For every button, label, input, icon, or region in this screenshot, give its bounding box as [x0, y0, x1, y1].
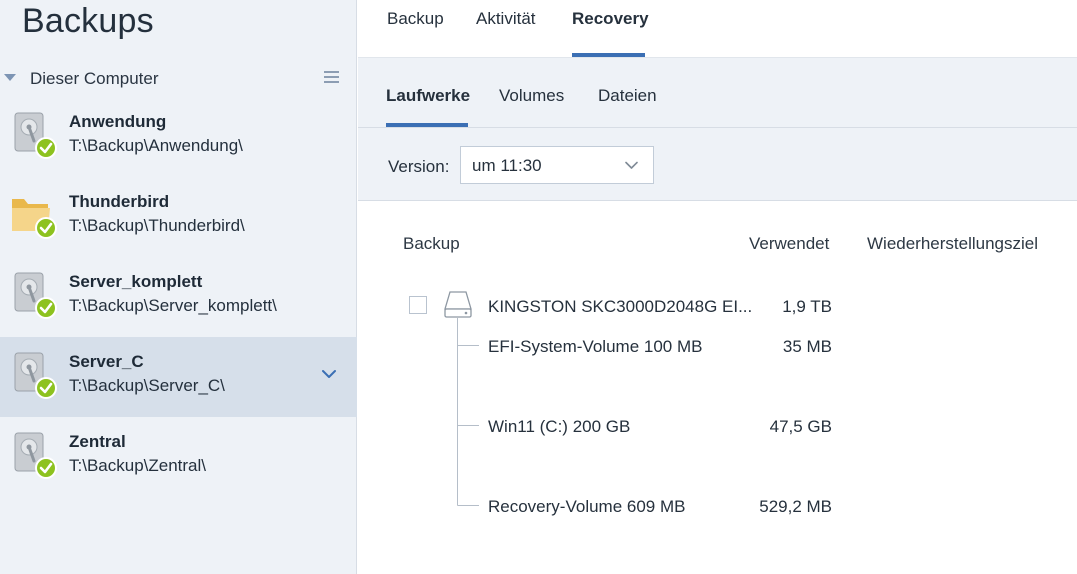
tab-backup[interactable]: Backup — [387, 9, 444, 29]
backup-item-name: Zentral — [69, 432, 126, 451]
backup-item-path: T:\Backup\Server_komplett\ — [69, 296, 277, 315]
backup-item-path: T:\Backup\Zentral\ — [69, 456, 207, 475]
version-bar: Version: um 11:30 — [358, 128, 1077, 201]
hard-drive-icon — [444, 291, 472, 318]
chevron-down-icon[interactable] — [322, 369, 336, 379]
tab-dateien[interactable]: Dateien — [598, 86, 657, 106]
drive-checkbox[interactable] — [409, 296, 427, 314]
tab-laufwerke[interactable]: Laufwerke — [386, 86, 470, 106]
chevron-down-icon — [625, 161, 638, 169]
tab-aktivitaet[interactable]: Aktivität — [476, 9, 536, 29]
backup-item-path: T:\Backup\Anwendung\ — [69, 136, 243, 155]
backup-item-thunderbird[interactable]: Thunderbird T:\Backup\Thunderbird\ — [0, 177, 357, 257]
volume-row-used: 47,5 GB — [769, 417, 832, 436]
tree-lines — [457, 318, 479, 506]
disk-icon — [14, 352, 57, 399]
sidebar-title: Backups — [22, 2, 154, 40]
backup-item-name: Anwendung — [69, 112, 167, 131]
volume-row-name[interactable]: Win11 (C:) 200 GB — [488, 417, 630, 437]
disk-icon — [14, 112, 57, 159]
volume-row-name[interactable]: EFI-System-Volume 100 MB — [488, 337, 702, 357]
version-label: Version: — [388, 157, 450, 176]
sidebar: Backups Dieser Computer Anwendung T:\Bac… — [0, 0, 357, 574]
active-tab-indicator — [572, 53, 645, 57]
tab-recovery[interactable]: Recovery — [572, 9, 649, 29]
group-label[interactable]: Dieser Computer — [30, 69, 159, 89]
version-select[interactable]: um 11:30 — [460, 146, 654, 184]
volume-row-name[interactable]: Recovery-Volume 609 MB — [488, 497, 685, 517]
column-header-target[interactable]: Wiederherstellungsziel — [867, 234, 1038, 254]
tab-volumes[interactable]: Volumes — [499, 86, 564, 106]
column-header-backup[interactable]: Backup — [403, 234, 460, 254]
backup-item-server-c[interactable]: Server_C T:\Backup\Server_C\ — [0, 337, 357, 417]
volume-row-used: 529,2 MB — [759, 497, 832, 516]
disk-icon — [14, 432, 57, 479]
volume-row-used: 35 MB — [782, 337, 832, 356]
backup-item-path: T:\Backup\Server_C\ — [69, 376, 225, 395]
version-value: um 11:30 — [472, 156, 542, 175]
active-subtab-indicator — [386, 123, 468, 127]
folder-icon — [12, 199, 57, 239]
backup-item-name: Server_komplett — [69, 272, 203, 291]
drive-used: 1,9 TB — [782, 297, 832, 316]
backup-item-name: Server_C — [69, 352, 144, 371]
backup-item-anwendung[interactable]: Anwendung T:\Backup\Anwendung\ — [0, 97, 357, 177]
backup-item-server-komplett[interactable]: Server_komplett T:\Backup\Server_komplet… — [0, 257, 357, 337]
column-header-used[interactable]: Verwendet — [749, 234, 829, 254]
caret-down-icon[interactable] — [4, 74, 16, 81]
top-tabs: Backup Aktivität Recovery — [358, 0, 1077, 58]
backup-item-zentral[interactable]: Zentral T:\Backup\Zentral\ — [0, 417, 357, 497]
hamburger-icon[interactable] — [324, 71, 339, 83]
backup-item-path: T:\Backup\Thunderbird\ — [69, 216, 245, 235]
backup-item-name: Thunderbird — [69, 192, 170, 211]
sub-tabs: Laufwerke Volumes Dateien — [358, 58, 1077, 128]
group-this-computer[interactable]: Dieser Computer — [0, 62, 357, 94]
disk-icon — [14, 272, 57, 319]
